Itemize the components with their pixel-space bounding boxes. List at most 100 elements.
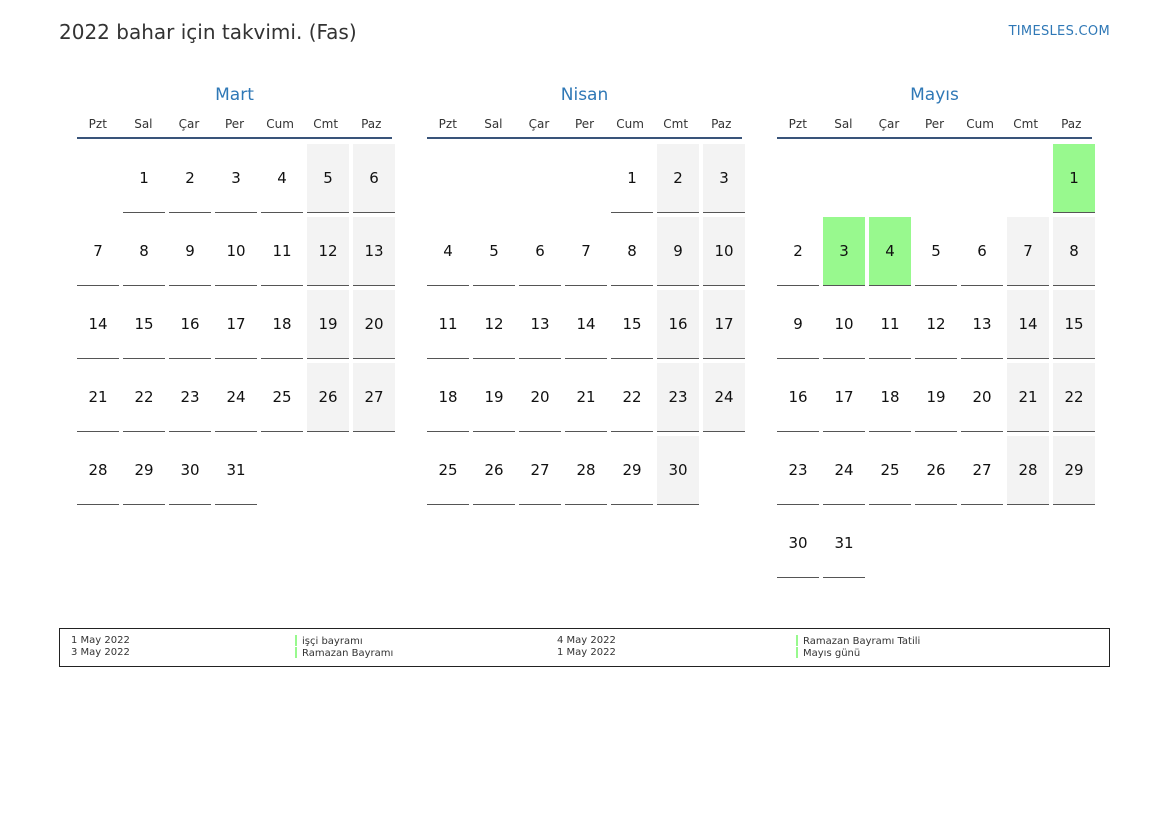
day-cell: 15 (611, 290, 653, 359)
day-cell: 21 (77, 363, 119, 432)
weekday-label: Sal (834, 117, 853, 131)
weekday-label: Sal (484, 117, 503, 131)
day-cell: 26 (915, 436, 957, 505)
day-cell: 11 (427, 290, 469, 359)
day-cell: 21 (565, 363, 607, 432)
day-cell: 19 (307, 290, 349, 359)
day-cell: 23 (657, 363, 699, 432)
day-cell: 9 (657, 217, 699, 286)
weekday-header: Pzt Sal Çar Per Cum Cmt Paz (777, 117, 1092, 139)
legend-holiday-name: Ramazan Bayramı Tatili (803, 636, 921, 647)
month-name: Mart (215, 85, 254, 105)
month-name: Nisan (560, 85, 609, 105)
day-cell: 6 (519, 217, 561, 286)
day-cell: 11 (261, 217, 303, 286)
day-cell: 14 (565, 290, 607, 359)
day-cell: 2 (657, 144, 699, 213)
day-cell: 26 (307, 363, 349, 432)
weekday-label: Cmt (1013, 117, 1039, 131)
day-cell: 22 (611, 363, 653, 432)
page-title: 2022 bahar için takvimi. (Fas) (59, 20, 357, 44)
day-cell: 30 (657, 436, 699, 505)
day-cell: 7 (77, 217, 119, 286)
weekday-label: Çar (178, 117, 200, 131)
day-cell: 15 (123, 290, 165, 359)
legend-entry: Ramazan Bayramı (295, 647, 393, 660)
day-cell: 24 (823, 436, 865, 505)
empty-day-cell (77, 144, 119, 213)
day-cell: 19 (915, 363, 957, 432)
day-cell: 2 (777, 217, 819, 286)
legend-marker (295, 647, 297, 658)
legend-holiday-name: işçi bayramı (302, 636, 363, 647)
day-cell: 26 (473, 436, 515, 505)
day-cell: 17 (703, 290, 745, 359)
day-cell: 6 (353, 144, 395, 213)
weekday-label: Cmt (663, 117, 689, 131)
day-cell: 1 (1053, 144, 1095, 213)
day-cell: 20 (961, 363, 1003, 432)
day-grid: 1 2 3 4 5 6 7 8 9 10 11 12 13 14 15 16 17 18 19 20 21 22 23 24 2… (77, 144, 395, 505)
day-cell: 27 (961, 436, 1003, 505)
day-cell: 4 (427, 217, 469, 286)
day-cell: 6 (961, 217, 1003, 286)
day-cell: 7 (1007, 217, 1049, 286)
site-link[interactable]: TIMESLES.COM (1009, 24, 1110, 39)
weekday-label: Paz (361, 117, 382, 131)
day-cell: 29 (123, 436, 165, 505)
day-cell: 10 (215, 217, 257, 286)
day-cell: 12 (915, 290, 957, 359)
day-cell: 8 (123, 217, 165, 286)
day-cell: 1 (123, 144, 165, 213)
day-cell: 18 (261, 290, 303, 359)
day-cell: 11 (869, 290, 911, 359)
empty-day-cell (473, 144, 515, 213)
day-cell: 31 (823, 509, 865, 578)
legend-holiday-name: Ramazan Bayramı (302, 648, 394, 659)
day-cell: 12 (307, 217, 349, 286)
empty-day-cell (915, 144, 957, 213)
legend-date: 1 May 2022 (557, 647, 616, 658)
day-cell: 3 (215, 144, 257, 213)
day-cell: 21 (1007, 363, 1049, 432)
day-cell: 14 (77, 290, 119, 359)
day-cell: 25 (427, 436, 469, 505)
day-cell: 23 (777, 436, 819, 505)
day-cell: 25 (261, 363, 303, 432)
day-cell: 28 (565, 436, 607, 505)
weekday-label: Çar (528, 117, 550, 131)
legend-entry: Mayıs günü (796, 647, 860, 660)
weekday-label: Pzt (788, 117, 807, 131)
day-cell: 8 (611, 217, 653, 286)
day-cell: 28 (1007, 436, 1049, 505)
empty-day-cell (777, 144, 819, 213)
day-cell: 25 (869, 436, 911, 505)
month-calendar: Nisan Pzt Sal Çar Per Cum Cmt Paz 1 2 3 4 5 6 7 8 9 10 11 1… (427, 84, 745, 505)
month-name: Mayıs (910, 85, 959, 105)
day-cell: 28 (77, 436, 119, 505)
empty-day-cell (823, 144, 865, 213)
holiday-legend: 1 May 2022 işçi bayramı 3 May 2022 Ramaz… (59, 628, 1110, 667)
day-cell: 22 (123, 363, 165, 432)
day-cell: 24 (215, 363, 257, 432)
day-cell: 14 (1007, 290, 1049, 359)
day-cell: 15 (1053, 290, 1095, 359)
weekday-label: Per (924, 117, 945, 131)
day-cell: 17 (823, 363, 865, 432)
day-cell: 29 (611, 436, 653, 505)
weekday-label: Cum (266, 117, 294, 131)
day-cell: 12 (473, 290, 515, 359)
empty-day-cell (565, 144, 607, 213)
weekday-label: Sal (134, 117, 153, 131)
empty-day-cell (869, 144, 911, 213)
weekday-label: Pzt (88, 117, 107, 131)
weekday-label: Cum (616, 117, 644, 131)
day-cell: 18 (869, 363, 911, 432)
day-cell: 4 (261, 144, 303, 213)
day-cell: 20 (519, 363, 561, 432)
month-calendar: Mayıs Pzt Sal Çar Per Cum Cmt Paz 1 2 3 4 5 6 7 8 9 10 11 1… (777, 84, 1095, 578)
day-cell: 7 (565, 217, 607, 286)
legend-date: 3 May 2022 (71, 647, 130, 658)
day-cell: 13 (961, 290, 1003, 359)
day-cell: 30 (169, 436, 211, 505)
